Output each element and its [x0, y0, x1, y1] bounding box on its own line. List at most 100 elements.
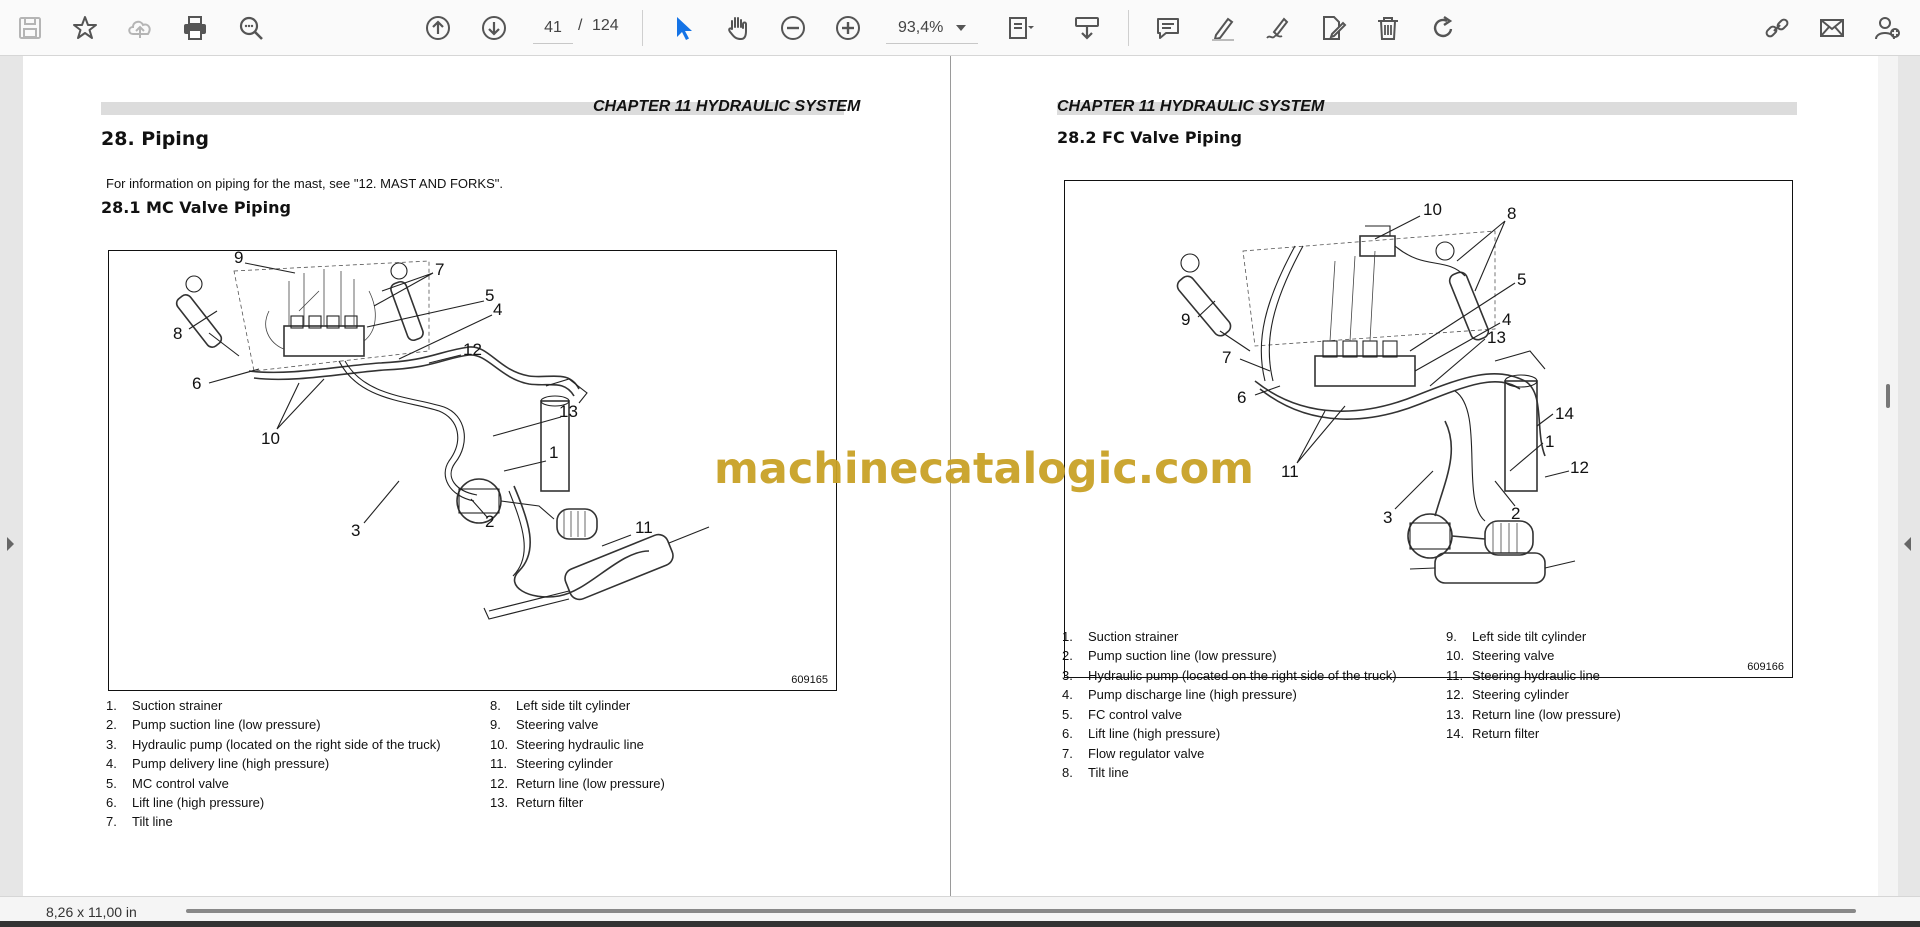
- callout-7: 7: [1222, 348, 1271, 372]
- svg-text:11: 11: [1281, 462, 1299, 481]
- tilt-cylinder-right: [1435, 241, 1490, 341]
- chapter-title: CHAPTER 11 HYDRAULIC SYSTEM: [1057, 98, 1325, 115]
- current-page-input[interactable]: [533, 12, 573, 44]
- tilt-cylinder-left: [175, 275, 240, 357]
- legend-item: 11. Steering hydraulic line: [1446, 668, 1600, 683]
- svg-text:13: 13: [559, 402, 578, 421]
- share-link-icon[interactable]: [1757, 8, 1797, 48]
- section-heading: 28. Piping: [101, 128, 209, 150]
- vertical-scrollbar[interactable]: [1878, 56, 1898, 896]
- legend-item: 8. Tilt line: [1062, 765, 1129, 780]
- suction-strainer: [556, 508, 598, 540]
- callout-14: 14: [1536, 404, 1574, 427]
- callout-12: 12: [1544, 458, 1589, 478]
- legend-item: 3. Hydraulic pump (located on the right s…: [1062, 668, 1397, 683]
- legend-item: 5. MC control valve: [106, 776, 229, 791]
- legend-item: 13. Return filter: [490, 795, 584, 810]
- svg-text:1: 1: [1545, 432, 1554, 451]
- page-up-icon[interactable]: [418, 8, 458, 48]
- callout-3: 3: [351, 480, 400, 540]
- legend-item: 7. Flow regulator valve: [1062, 746, 1205, 761]
- chapter-title: CHAPTER 11 HYDRAULIC SYSTEM: [593, 98, 861, 115]
- cloud-upload-icon[interactable]: [120, 8, 160, 48]
- fc-valve-piping-figure: 10 8 5 9 4 13 7 6 14 1 12 11 3 2 609166: [1064, 180, 1793, 678]
- legend-item: 9. Steering valve: [490, 717, 599, 732]
- fc-valve-piping-diagram: 10 8 5 9 4 13 7 6 14 1 12 11 3 2: [1176, 200, 1589, 584]
- scrollbar-thumb[interactable]: [1886, 384, 1890, 408]
- hand-tool-icon[interactable]: [718, 8, 758, 48]
- add-user-icon[interactable]: [1868, 8, 1908, 48]
- watermark-text: machinecatalogic.com: [714, 444, 1254, 494]
- legend-item: 10. Steering hydraulic line: [490, 737, 644, 752]
- zoom-out-icon[interactable]: [773, 8, 813, 48]
- legend-item: 2. Pump suction line (low pressure): [106, 717, 321, 732]
- legend-item: 5. FC control valve: [1062, 707, 1182, 722]
- svg-text:8: 8: [173, 324, 182, 343]
- return-filter: [1494, 350, 1546, 492]
- page-size-readout: 8,26 x 11,00 in: [46, 904, 137, 920]
- callout-1: 1: [503, 443, 558, 472]
- fc-control-valve: [1314, 250, 1416, 387]
- return-filter: [540, 378, 588, 492]
- callout-7: 7: [373, 260, 444, 307]
- svg-text:12: 12: [1570, 458, 1589, 477]
- svg-text:3: 3: [351, 521, 360, 540]
- legend-item: 10. Steering valve: [1446, 648, 1555, 663]
- toolbar-divider: [1128, 10, 1129, 46]
- svg-text:3: 3: [1383, 508, 1392, 527]
- highlight-pen-icon[interactable]: [1203, 8, 1243, 48]
- left-panel-toggle-icon[interactable]: [5, 534, 15, 554]
- callout-12: 12: [428, 340, 482, 364]
- toolbar-divider: [642, 10, 643, 46]
- print-icon[interactable]: [175, 8, 215, 48]
- toolbar: / 124 93,4%: [0, 0, 1920, 56]
- horizontal-scrollbar[interactable]: [186, 909, 1856, 913]
- svg-text:5: 5: [1517, 270, 1526, 289]
- select-arrow-icon[interactable]: [663, 8, 703, 48]
- legend-item: 2. Pump suction line (low pressure): [1062, 648, 1277, 663]
- page-down-icon[interactable]: [474, 8, 514, 48]
- callout-8: 8: [173, 310, 218, 343]
- callout-1: 1: [1509, 432, 1554, 472]
- callout-13: 13: [492, 402, 578, 437]
- figure-number: 609166: [1747, 661, 1784, 673]
- find-zoom-icon[interactable]: [231, 8, 271, 48]
- sign-pen-icon[interactable]: [1258, 8, 1298, 48]
- zoom-in-icon[interactable]: [828, 8, 868, 48]
- comment-icon[interactable]: [1148, 8, 1188, 48]
- mail-icon[interactable]: [1812, 8, 1852, 48]
- svg-text:8: 8: [1507, 204, 1516, 223]
- subsection-heading: 28.2 FC Valve Piping: [1057, 128, 1242, 147]
- svg-text:2: 2: [1511, 504, 1520, 523]
- bookmark-star-icon[interactable]: [65, 8, 105, 48]
- figure-number: 609165: [791, 674, 828, 686]
- svg-text:11: 11: [635, 518, 653, 537]
- svg-text:9: 9: [1181, 310, 1190, 329]
- taskbar-edge: [0, 921, 1920, 927]
- total-pages: 124: [592, 17, 619, 34]
- callout-10: 10: [1374, 200, 1442, 240]
- rotate-icon[interactable]: [1423, 8, 1463, 48]
- right-panel-toggle-icon[interactable]: [1903, 534, 1913, 554]
- delete-icon[interactable]: [1368, 8, 1408, 48]
- legend-item: 1. Suction strainer: [106, 698, 223, 713]
- svg-text:2: 2: [485, 512, 494, 531]
- suction-strainer: [1484, 520, 1534, 556]
- legend-item: 4. Pump discharge line (high pressure): [1062, 687, 1297, 702]
- callout-6: 6: [1237, 385, 1281, 407]
- fit-page-icon[interactable]: [1000, 8, 1040, 48]
- save-icon[interactable]: [10, 8, 50, 48]
- intro-text: For information on piping for the mast, …: [106, 176, 503, 191]
- callout-8: 8: [1456, 204, 1516, 292]
- legend-item: 1. Suction strainer: [1062, 629, 1179, 644]
- legend-item: 9. Left side tilt cylinder: [1446, 629, 1587, 644]
- svg-text:7: 7: [1222, 348, 1231, 367]
- svg-text:10: 10: [261, 429, 280, 448]
- legend-item: 4. Pump delivery line (high pressure): [106, 756, 330, 771]
- scroll-mode-icon[interactable]: [1067, 8, 1107, 48]
- tilt-cylinder-right: [390, 262, 424, 342]
- callout-2: 2: [1494, 480, 1520, 523]
- edit-doc-icon[interactable]: [1313, 8, 1353, 48]
- svg-text:1: 1: [549, 443, 558, 462]
- zoom-select[interactable]: 93,4%: [886, 12, 978, 44]
